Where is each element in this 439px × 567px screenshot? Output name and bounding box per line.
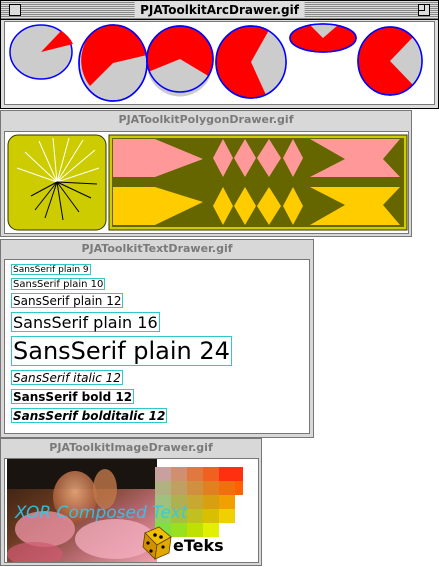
- arc-shape-2: [78, 24, 148, 102]
- text-sample-label: SansSerif bolditalic 12: [13, 409, 166, 423]
- image-drawer-window: PJAToolkitImageDrawer.gif XOR Composed T…: [0, 438, 262, 566]
- eteks-logo-text: eTeks: [173, 536, 224, 555]
- polygon-drawing: [7, 134, 408, 231]
- polygon-window-titlebar[interactable]: PJAToolkitPolygonDrawer.gif: [1, 111, 411, 129]
- close-box-icon[interactable]: [9, 4, 21, 16]
- polygon-window-title: PJAToolkitPolygonDrawer.gif: [118, 113, 294, 126]
- arc-shape-3: [146, 25, 214, 97]
- text-sample-label: SansSerif plain 9: [13, 265, 89, 275]
- arc-drawer-window: PJAToolkitArcDrawer.gif: [0, 0, 439, 109]
- xor-composed-text: XOR Composed Text: [14, 503, 189, 523]
- arc-drawing: [9, 23, 423, 102]
- text-sample-plain-12: SansSerif plain 12: [11, 293, 124, 308]
- text-sample-italic-12: SansSerif italic 12: [11, 370, 123, 385]
- text-sample-bolditalic-12: SansSerif bolditalic 12: [11, 408, 168, 423]
- text-sample-label: SansSerif bold 12: [13, 390, 133, 404]
- text-sample-label: SansSerif plain 24: [13, 337, 230, 365]
- star-lines-panel: [7, 134, 107, 231]
- color-grid: [155, 467, 243, 537]
- text-window-title: PJAToolkitTextDrawer.gif: [81, 242, 233, 255]
- text-sample-bold-12: SansSerif bold 12: [11, 389, 135, 404]
- image-window-title: PJAToolkitImageDrawer.gif: [49, 441, 213, 454]
- text-window-titlebar[interactable]: PJAToolkitTextDrawer.gif: [1, 240, 313, 258]
- arc-window-title: PJAToolkitArcDrawer.gif: [134, 2, 305, 18]
- arc-shape-6: [357, 26, 423, 96]
- polygon-shapes-panel: [108, 134, 408, 231]
- text-sample-label: SansSerif plain 10: [13, 279, 104, 290]
- image-canvas: XOR Composed Text eTeks: [4, 458, 259, 563]
- zoom-box-icon[interactable]: [418, 4, 430, 16]
- arc-shape-4: [215, 25, 287, 99]
- arc-shape-5: [289, 23, 357, 53]
- image-drawing: XOR Composed Text eTeks: [7, 459, 243, 562]
- image-window-titlebar[interactable]: PJAToolkitImageDrawer.gif: [1, 439, 261, 457]
- text-sample-plain-16: SansSerif plain 16: [11, 312, 160, 332]
- text-sample-plain-9: SansSerif plain 9: [11, 264, 91, 275]
- arc-window-titlebar[interactable]: PJAToolkitArcDrawer.gif: [1, 1, 438, 20]
- polygon-drawer-window: PJAToolkitPolygonDrawer.gif: [0, 110, 412, 237]
- text-drawer-window: PJAToolkitTextDrawer.gif SansSerif plain…: [0, 239, 314, 438]
- text-sample-label: SansSerif italic 12: [13, 371, 121, 385]
- arc-canvas: [4, 21, 435, 105]
- text-sample-label: SansSerif plain 16: [13, 313, 158, 332]
- arc-shape-1: [9, 24, 73, 80]
- text-sample-plain-10: SansSerif plain 10: [11, 278, 106, 290]
- polygon-canvas: [4, 131, 409, 234]
- text-sample-label: SansSerif plain 12: [13, 294, 122, 308]
- text-sample-plain-24: SansSerif plain 24: [11, 336, 232, 366]
- text-canvas: SansSerif plain 9 SansSerif plain 10 San…: [4, 259, 310, 434]
